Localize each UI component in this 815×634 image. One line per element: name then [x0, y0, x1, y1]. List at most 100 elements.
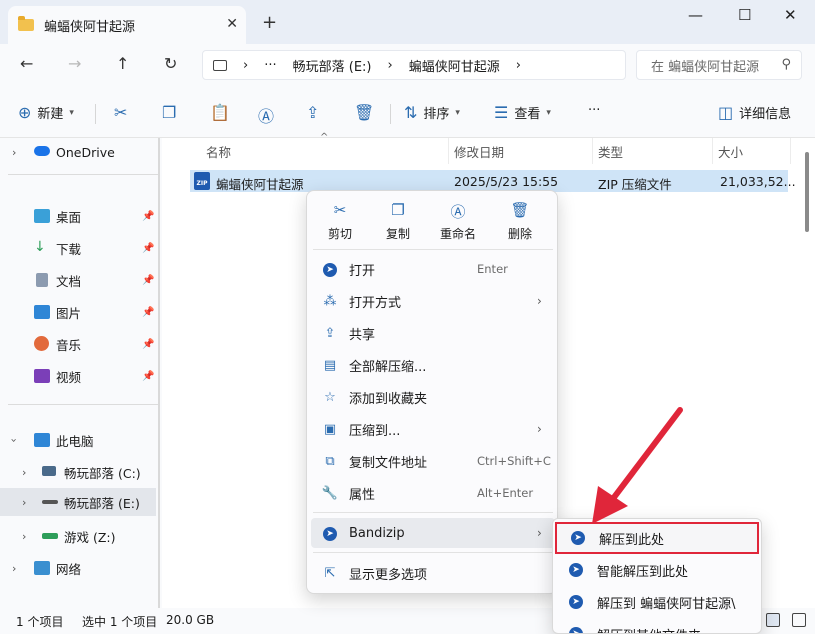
sidebar-item-label: 网络	[56, 561, 82, 577]
document-icon	[36, 273, 48, 287]
more-button[interactable]: ···	[588, 103, 600, 118]
submenu-item-extract-here[interactable]: ➤ 解压到此处	[555, 522, 759, 554]
menu-item-open[interactable]: ➤ 打开 Enter	[311, 254, 555, 284]
sidebar-item-label: 音乐	[56, 337, 82, 353]
copy-button[interactable]: ❐	[162, 103, 182, 122]
context-delete-button[interactable]: 🗑 删除	[493, 201, 547, 242]
bandizip-icon: ➤	[571, 531, 585, 545]
context-rename-button[interactable]: Ⓐ 重命名	[431, 201, 485, 242]
column-header-modified[interactable]: 修改日期	[454, 142, 504, 161]
details-button[interactable]: ◫ 详细信息	[718, 103, 791, 122]
sidebar-item-drive-c[interactable]: › 畅玩部落 (C:)	[0, 458, 156, 486]
details-label: 详细信息	[739, 107, 792, 122]
sidebar-item-network[interactable]: › 网络	[0, 554, 156, 582]
active-tab[interactable]: 蝙蝠侠阿甘起源 ✕	[8, 6, 246, 44]
sort-icon: ⇅	[404, 103, 418, 122]
breadcrumb-separator[interactable]: ›	[243, 58, 248, 73]
breadcrumb-separator[interactable]: ›	[516, 58, 521, 73]
details-view-icon[interactable]	[766, 613, 780, 627]
submenu-item-extract-to-folder[interactable]: ➤ 解压到 蝙蝠侠阿甘起源\	[555, 586, 759, 618]
submenu-item-label: 智能解压到此处	[597, 564, 689, 580]
breadcrumb-folder[interactable]: 蝙蝠侠阿甘起源	[409, 56, 500, 75]
menu-item-extract-all[interactable]: ▤ 全部解压缩...	[311, 350, 555, 380]
breadcrumb-separator[interactable]: ›	[387, 58, 392, 73]
sidebar-item-documents[interactable]: 文档 📌	[0, 266, 156, 294]
menu-item-add-favorites[interactable]: ☆ 添加到收藏夹	[311, 382, 555, 412]
sidebar-item-music[interactable]: 音乐 📌	[0, 330, 156, 358]
search-placeholder: 在 蝙蝠侠阿甘起源	[651, 59, 760, 75]
new-tab-button[interactable]: +	[262, 12, 277, 33]
breadcrumb-drive-e[interactable]: 畅玩部落 (E:)	[293, 56, 372, 75]
menu-item-copy-path[interactable]: ⧉ 复制文件地址 Ctrl+Shift+C	[311, 446, 555, 476]
paste-button[interactable]: 📋	[210, 103, 236, 122]
view-button[interactable]: ☰ 查看 ▾	[494, 103, 551, 122]
rename-button[interactable]: Ⓐ	[258, 103, 280, 127]
tiles-view-icon[interactable]	[792, 613, 806, 627]
minimize-button[interactable]: —	[688, 6, 703, 24]
sidebar-item-drive-e[interactable]: › 畅玩部落 (E:)	[0, 488, 156, 516]
vertical-scrollbar[interactable]	[805, 152, 809, 232]
chevron-down-icon: ▾	[546, 107, 551, 118]
network-drive-icon	[42, 533, 58, 539]
chevron-right-icon: ›	[537, 294, 542, 308]
menu-item-compress-to[interactable]: ▣ 压缩到... ›	[311, 414, 555, 444]
sort-ascending-icon: ^	[320, 132, 329, 143]
close-window-button[interactable]: ✕	[784, 6, 797, 24]
pin-icon[interactable]: 📌	[142, 339, 154, 350]
divider	[313, 249, 553, 250]
submenu-item-extract-other[interactable]: ➤ 解压到其他文件夹	[555, 618, 759, 633]
column-divider[interactable]	[712, 138, 713, 164]
sidebar-item-downloads[interactable]: ↓ 下载 📌	[0, 234, 156, 262]
menu-item-show-more[interactable]: ⇱ 显示更多选项	[311, 558, 555, 588]
pin-icon[interactable]: 📌	[142, 211, 154, 222]
menu-item-bandizip[interactable]: ➤ Bandizip ›	[311, 518, 555, 548]
share-button[interactable]: ⇪	[306, 103, 325, 122]
menu-item-label: Bandizip	[349, 525, 405, 541]
view-label: 查看	[514, 107, 541, 122]
menu-item-open-with[interactable]: ⁂ 打开方式 ›	[311, 286, 555, 316]
refresh-button[interactable]: ↻	[164, 54, 177, 73]
sidebar-item-pictures[interactable]: 图片 📌	[0, 298, 156, 326]
pin-icon[interactable]: 📌	[142, 275, 154, 286]
menu-item-properties[interactable]: 🔧 属性 Alt+Enter	[311, 478, 555, 508]
breadcrumb[interactable]: › ··· 畅玩部落 (E:) › 蝙蝠侠阿甘起源 ›	[202, 50, 626, 80]
pin-icon[interactable]: 📌	[142, 371, 154, 382]
forward-button[interactable]: →	[68, 54, 81, 73]
column-header-size[interactable]: 大小	[718, 142, 743, 161]
sidebar-item-this-pc[interactable]: › 此电脑	[0, 426, 156, 454]
column-header-type[interactable]: 类型	[598, 142, 623, 161]
column-header-name[interactable]: 名称	[206, 142, 231, 161]
sort-button[interactable]: ⇅ 排序 ▾	[404, 103, 460, 122]
new-button[interactable]: ⊕ 新建 ▾	[18, 103, 74, 122]
pin-icon[interactable]: 📌	[142, 243, 154, 254]
column-divider[interactable]	[592, 138, 593, 164]
more-options-icon: ⇱	[324, 565, 336, 581]
back-button[interactable]: ←	[20, 54, 33, 73]
sidebar-item-videos[interactable]: 视频 📌	[0, 362, 156, 390]
table-row[interactable]: ZIP 蝙蝠侠阿甘起源 2025/5/23 15:55 ZIP 压缩文件 21,…	[190, 170, 796, 192]
breadcrumb-overflow[interactable]: ···	[264, 58, 276, 73]
sidebar-item-desktop[interactable]: 桌面 📌	[0, 202, 156, 230]
delete-button[interactable]: 🗑	[354, 103, 380, 122]
tab-close-button[interactable]: ✕	[226, 16, 238, 32]
submenu-item-smart-extract[interactable]: ➤ 智能解压到此处	[555, 554, 759, 586]
maximize-button[interactable]: ☐	[738, 6, 751, 24]
apps-icon: ⁂	[323, 293, 337, 309]
up-button[interactable]: ↑	[116, 54, 129, 73]
menu-item-share[interactable]: ⇪ 共享	[311, 318, 555, 348]
cut-button[interactable]: ✂	[114, 103, 133, 122]
menu-item-label: 打开	[349, 263, 376, 279]
bandizip-icon: ➤	[321, 525, 339, 541]
sidebar-item-onedrive[interactable]: › OneDrive	[0, 138, 156, 166]
pin-icon[interactable]: 📌	[142, 307, 154, 318]
column-divider[interactable]	[448, 138, 449, 164]
sidebar-item-drive-z[interactable]: › 游戏 (Z:)	[0, 522, 156, 550]
sidebar-scrollbar[interactable]	[158, 138, 160, 608]
context-copy-button[interactable]: ❐ 复制	[371, 201, 425, 242]
sidebar-item-label: 游戏 (Z:)	[64, 529, 116, 545]
bandizip-icon: ➤	[569, 627, 583, 633]
column-divider[interactable]	[790, 138, 791, 164]
search-input[interactable]: 在 蝙蝠侠阿甘起源 ⚲	[636, 50, 802, 80]
context-cut-button[interactable]: ✂ 剪切	[313, 201, 367, 242]
archive-icon: ▣	[323, 421, 337, 437]
